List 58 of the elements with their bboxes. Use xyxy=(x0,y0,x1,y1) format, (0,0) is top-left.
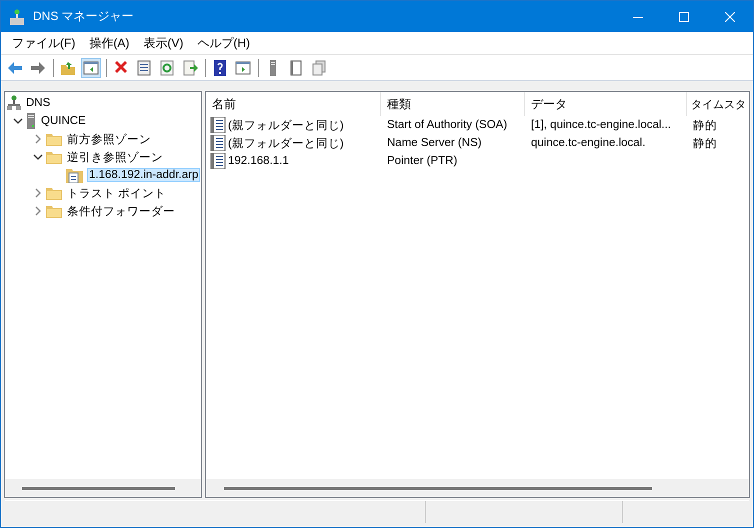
table-cell-text: 静的 xyxy=(693,136,717,150)
folder-icon xyxy=(46,150,62,164)
close-icon xyxy=(725,12,735,22)
tree-item[interactable]: 前方参照ゾーン xyxy=(65,130,153,148)
app-icon xyxy=(9,8,25,24)
table-cell: Pointer (PTR) xyxy=(387,155,458,167)
folder-up-icon xyxy=(60,60,76,76)
pane-button[interactable] xyxy=(81,58,101,78)
menu-item[interactable]: 表示(V) xyxy=(136,34,190,52)
table-cell[interactable]: 192.168.1.1 xyxy=(228,155,289,167)
properties-icon xyxy=(136,60,152,76)
server-icon xyxy=(26,113,36,129)
tree-item[interactable]: 条件付フォワーダー xyxy=(65,202,177,220)
table-cell[interactable]: (親フォルダーと同じ) xyxy=(228,136,344,150)
tree-item[interactable]: トラスト ポイント xyxy=(65,184,168,202)
expand-icon[interactable] xyxy=(33,134,43,144)
window-title: DNS マネージャー xyxy=(33,8,134,25)
network-icon xyxy=(7,95,21,111)
table-cell-text: 静的 xyxy=(693,118,717,132)
copy-icon xyxy=(311,60,327,76)
column-header[interactable]: タイムスタ xyxy=(687,92,746,116)
back-icon xyxy=(7,60,23,76)
zone-icon xyxy=(66,167,84,183)
collapse-icon[interactable] xyxy=(13,116,23,126)
folder-icon xyxy=(46,132,62,146)
folder-icon xyxy=(46,204,62,218)
column-header[interactable]: 名前 xyxy=(206,92,381,116)
table-cell: Start of Authority (SOA) xyxy=(387,119,508,131)
refresh-icon xyxy=(159,60,175,76)
tree-item[interactable]: 逆引き参照ゾーン xyxy=(65,148,165,166)
menu-item[interactable]: ファイル(F) xyxy=(5,34,82,52)
menu-item[interactable]: 操作(A) xyxy=(82,34,136,52)
table-cell[interactable]: (親フォルダーと同じ) xyxy=(228,118,344,132)
tree-item[interactable]: QUINCE xyxy=(39,114,88,128)
menu-item[interactable]: ヘルプ(H) xyxy=(190,34,257,52)
window-icon xyxy=(235,60,251,76)
folder-icon xyxy=(46,186,62,200)
collapse-icon[interactable] xyxy=(33,152,43,162)
export-icon xyxy=(182,60,198,76)
maximize-icon xyxy=(679,12,689,22)
column-header[interactable]: データ xyxy=(525,92,687,116)
record-icon xyxy=(210,117,226,133)
table-cell: [1], quince.tc-engine.local... xyxy=(531,119,671,131)
pane-icon xyxy=(83,60,99,76)
column-header[interactable]: 種類 xyxy=(381,92,525,116)
tree-item[interactable]: DNS xyxy=(24,96,52,110)
tree-item[interactable]: 1.168.192.in-addr.arp xyxy=(87,168,200,182)
expand-icon[interactable] xyxy=(33,206,43,216)
record-icon xyxy=(210,135,226,151)
help-icon xyxy=(212,60,228,76)
scrollbar-thumb[interactable] xyxy=(224,486,652,490)
expand-icon[interactable] xyxy=(33,188,43,198)
scrollbar-thumb[interactable] xyxy=(22,486,175,490)
record-icon xyxy=(210,153,226,169)
table-cell: Name Server (NS) xyxy=(387,137,482,149)
forward-icon xyxy=(30,60,46,76)
table-cell: quince.tc-engine.local. xyxy=(531,137,646,149)
close-icon xyxy=(113,60,129,76)
